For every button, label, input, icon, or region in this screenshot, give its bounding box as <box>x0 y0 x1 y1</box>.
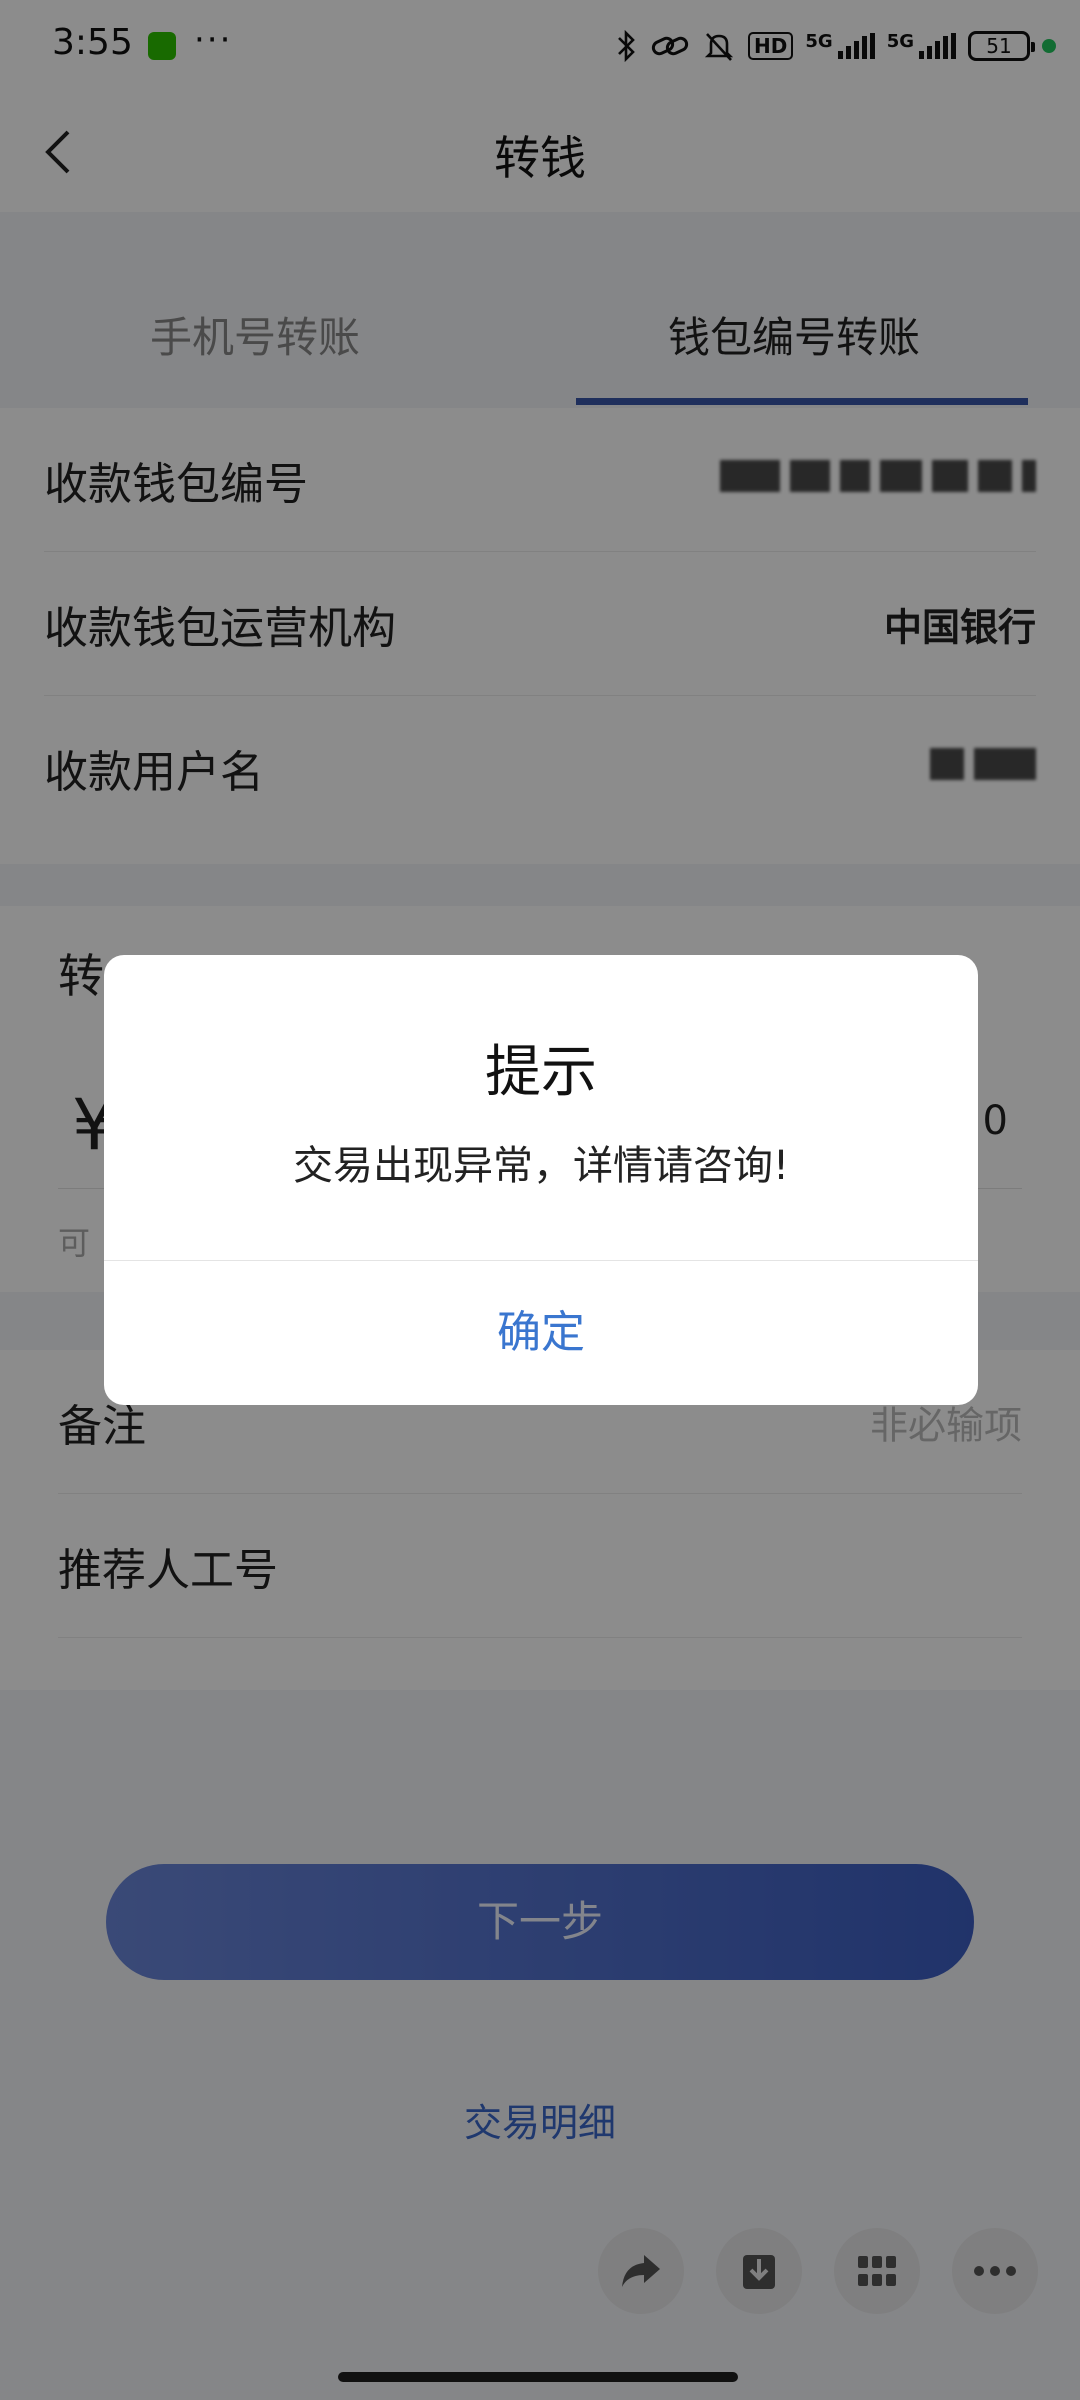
alert-dialog: 提示 交易出现异常，详情请咨询! 确定 <box>104 955 978 1405</box>
dialog-title: 提示 <box>485 1040 597 1105</box>
confirm-button[interactable]: 确定 <box>104 1261 978 1405</box>
dialog-message: 交易出现异常，详情请咨询! <box>292 1143 790 1189</box>
home-indicator[interactable] <box>338 2372 738 2382</box>
